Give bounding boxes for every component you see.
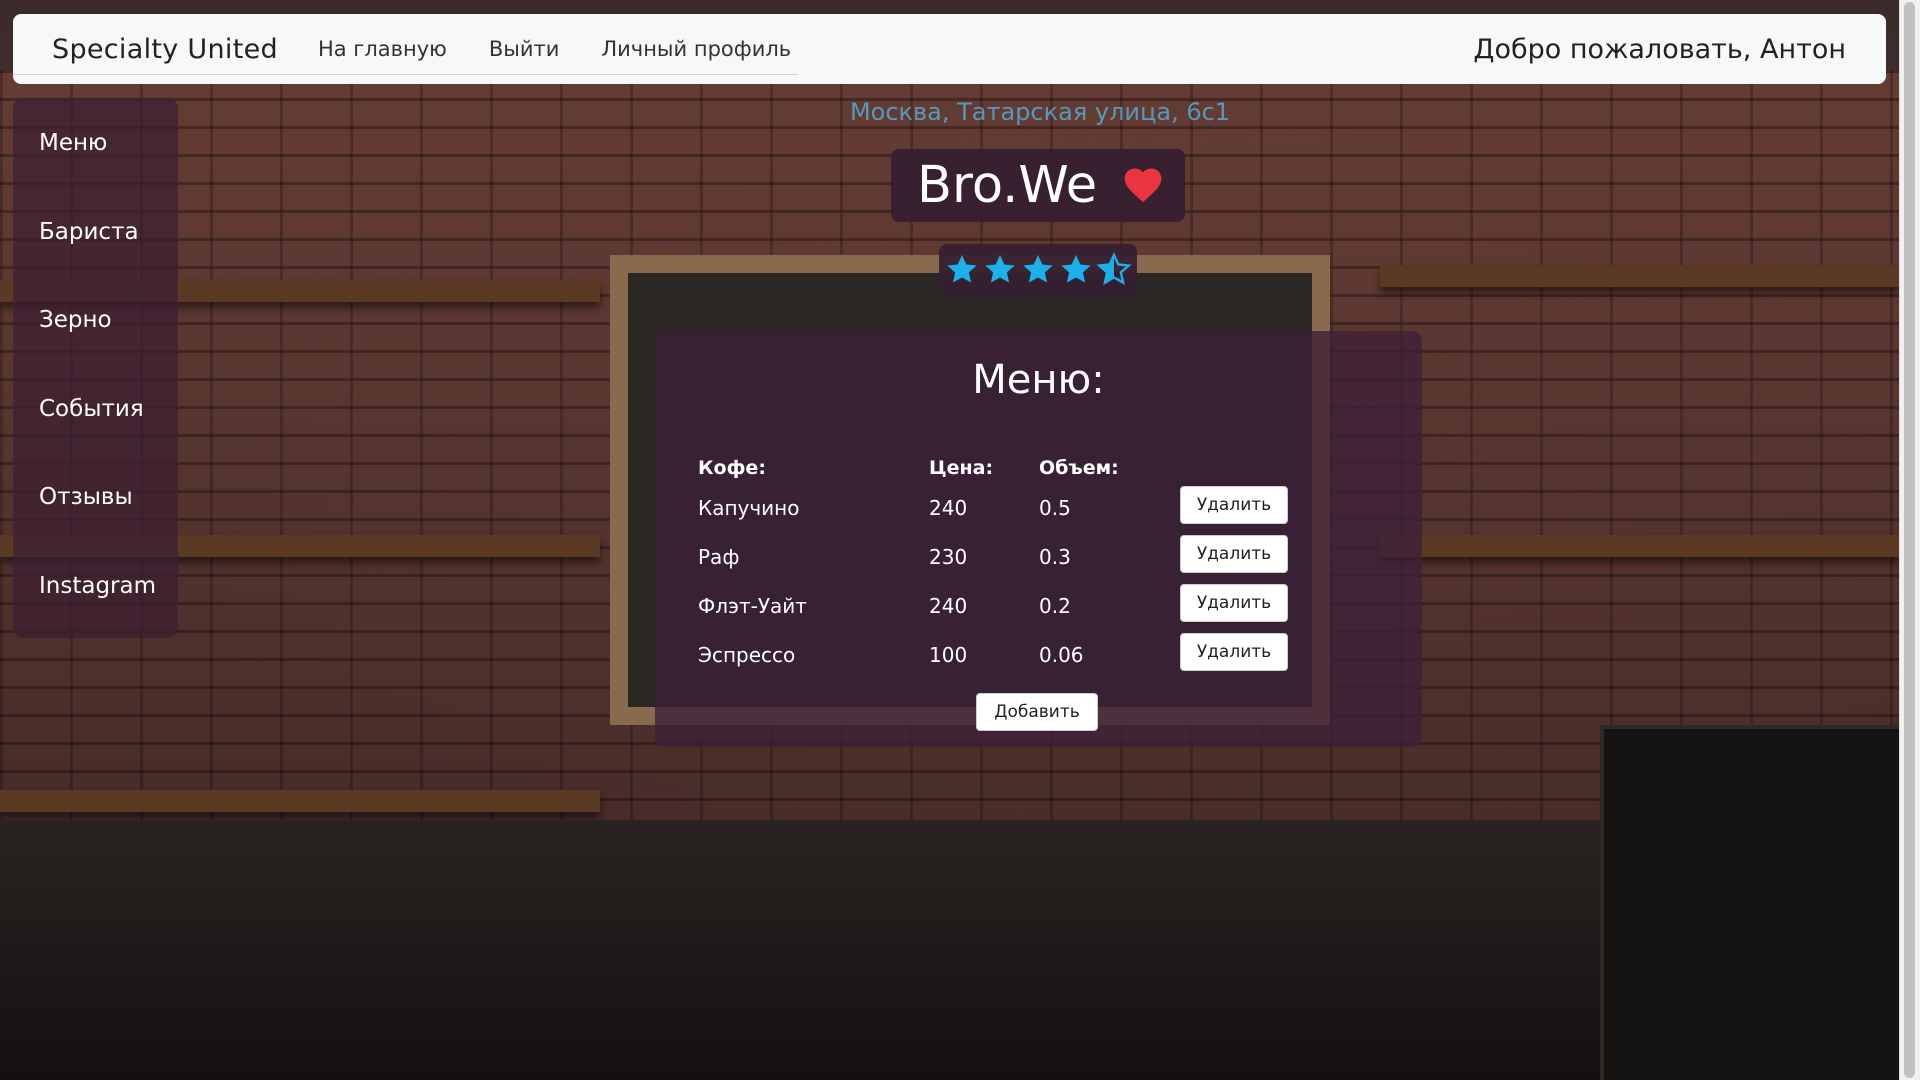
sidebar-item-reviews[interactable]: Отзывы: [39, 484, 133, 510]
sidebar-item-instagram[interactable]: Instagram: [39, 573, 156, 599]
shop-name-box: Bro.We: [891, 149, 1185, 222]
sidebar-item-menu[interactable]: Меню: [39, 130, 107, 156]
sidebar-item-events[interactable]: События: [39, 396, 144, 422]
menu-item-volume: 0.5: [1039, 496, 1071, 520]
nav-divider: [13, 74, 798, 75]
star-full-icon[interactable]: [982, 252, 1018, 288]
nav-link-logout[interactable]: Выйти: [489, 37, 560, 61]
menu-item-name: Эспрессо: [698, 643, 796, 667]
shelf: [1380, 535, 1900, 557]
menu-title: Меню:: [972, 357, 1105, 403]
delete-button[interactable]: Удалить: [1180, 633, 1288, 671]
brand-link[interactable]: Specialty United: [52, 34, 278, 65]
syrups-board: [1600, 725, 1908, 1080]
menu-item-price: 240: [929, 496, 968, 520]
column-header-price: Цена:: [929, 457, 994, 479]
menu-item-volume: 0.3: [1039, 545, 1071, 569]
menu-panel: Меню: Кофе: Цена: Объем: Капучино 240 0.…: [655, 331, 1422, 747]
add-button[interactable]: Добавить: [976, 693, 1098, 731]
welcome-text: Добро пожаловать, Антон: [1473, 33, 1846, 65]
menu-item-volume: 0.2: [1039, 594, 1071, 618]
star-full-icon[interactable]: [944, 252, 980, 288]
star-half-icon[interactable]: [1096, 252, 1132, 288]
menu-item-name: Раф: [698, 545, 740, 569]
delete-button[interactable]: Удалить: [1180, 486, 1288, 524]
sidebar: Меню Бариста Зерно События Отзывы Instag…: [13, 98, 178, 638]
star-full-icon[interactable]: [1058, 252, 1094, 288]
rating-stars: [939, 244, 1137, 296]
scrollbar-thumb[interactable]: [1904, 2, 1915, 1078]
nav-link-home[interactable]: На главную: [318, 37, 447, 61]
menu-item-name: Флэт-Уайт: [698, 594, 807, 618]
shop-name: Bro.We: [917, 156, 1098, 215]
sidebar-item-beans[interactable]: Зерно: [39, 307, 112, 333]
star-full-icon[interactable]: [1020, 252, 1056, 288]
column-header-volume: Объем:: [1039, 457, 1119, 479]
menu-item-price: 230: [929, 545, 968, 569]
column-header-coffee: Кофе:: [698, 457, 766, 479]
menu-item-price: 100: [929, 643, 968, 667]
menu-item-name: Капучино: [698, 496, 800, 520]
menu-item-volume: 0.06: [1039, 643, 1084, 667]
delete-button[interactable]: Удалить: [1180, 535, 1288, 573]
sidebar-item-baristas[interactable]: Бариста: [39, 219, 139, 245]
shelf: [1380, 265, 1900, 287]
menu-item-price: 240: [929, 594, 968, 618]
shop-address: Москва, Татарская улица, 6с1: [849, 98, 1231, 126]
delete-button[interactable]: Удалить: [1180, 584, 1288, 622]
shelf: [0, 790, 600, 812]
page-scrollbar[interactable]: [1899, 0, 1920, 1080]
nav-link-profile[interactable]: Личный профиль: [601, 37, 791, 61]
heart-icon[interactable]: [1121, 163, 1165, 207]
